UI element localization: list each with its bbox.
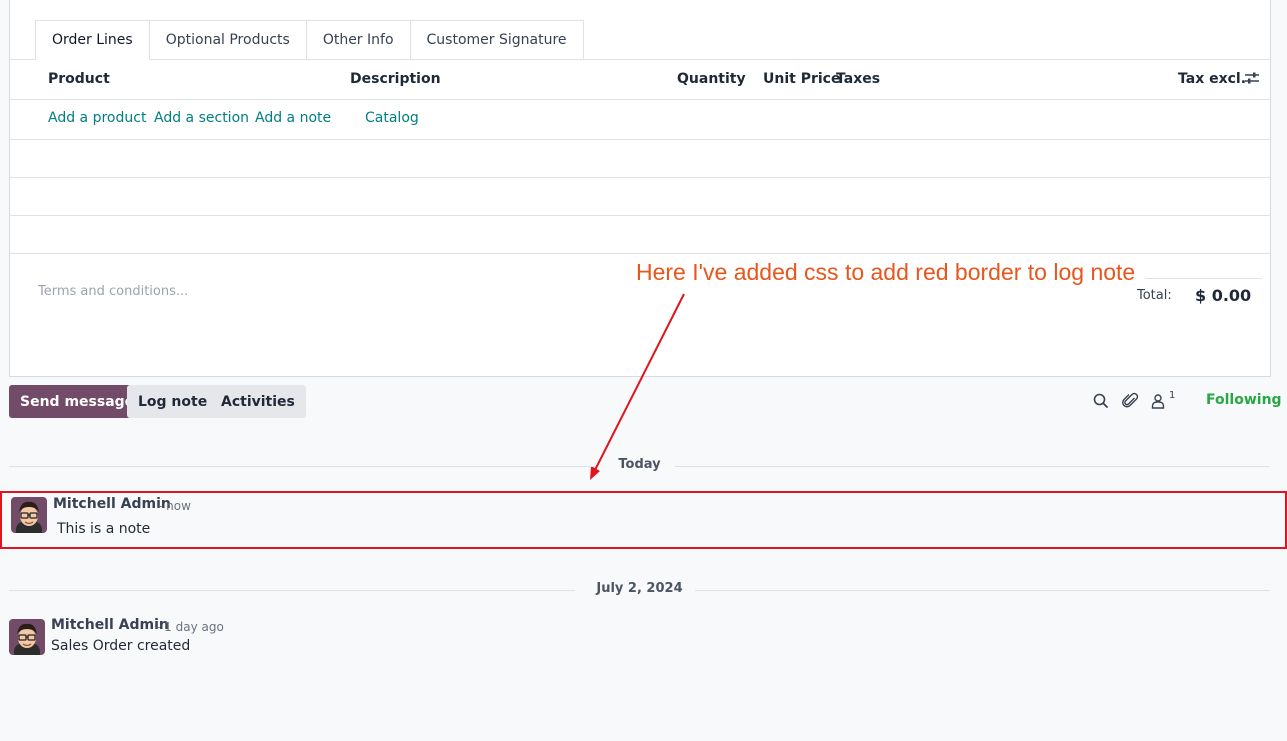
total-label: Total:	[1137, 288, 1172, 303]
tab-order-lines[interactable]: Order Lines	[35, 20, 150, 60]
empty-row	[10, 140, 1270, 178]
column-quantity[interactable]: Quantity	[677, 71, 746, 87]
log-note-button[interactable]: Log note	[127, 385, 219, 418]
column-description[interactable]: Description	[350, 71, 441, 87]
paperclip-icon[interactable]	[1122, 392, 1140, 410]
add-line-row: Add a product Add a section Add a note C…	[10, 100, 1270, 140]
empty-row	[10, 178, 1270, 216]
column-product[interactable]: Product	[48, 71, 110, 87]
following-button[interactable]: Following	[1206, 392, 1282, 408]
message-body: This is a note	[57, 521, 151, 537]
add-note-link[interactable]: Add a note	[255, 110, 331, 126]
date-separator-past: July 2, 2024	[9, 581, 1270, 599]
follower-user-icon[interactable]	[1150, 392, 1168, 410]
log-note-message: Mitchell Admin - now This is a note	[0, 491, 1287, 549]
arrow-annotation	[590, 293, 685, 480]
notebook-tabs: Order Lines Optional Products Other Info…	[35, 20, 584, 60]
total-divider	[1145, 278, 1262, 279]
avatar-icon[interactable]	[9, 619, 45, 655]
tab-customer-signature[interactable]: Customer Signature	[410, 20, 584, 60]
message-time: - now	[158, 499, 191, 513]
message-time: - 1 day ago	[156, 620, 224, 634]
message-author[interactable]: Mitchell Admin	[53, 496, 171, 512]
column-tax-excl[interactable]: Tax excl.	[1178, 71, 1246, 87]
avatar-icon[interactable]	[11, 497, 47, 533]
message-body: Sales Order created	[51, 638, 191, 654]
empty-row	[10, 216, 1270, 254]
column-unit-price[interactable]: Unit Price	[763, 71, 840, 87]
order-lines-header: Product Description Quantity Unit Price …	[10, 60, 1270, 100]
terms-and-conditions-field[interactable]: Terms and conditions...	[38, 284, 188, 299]
total-value: $ 0.00	[1195, 286, 1252, 305]
catalog-link[interactable]: Catalog	[365, 110, 419, 126]
date-separator-label: July 2, 2024	[596, 581, 683, 596]
settings-sliders-icon[interactable]	[1244, 70, 1260, 86]
date-separator-label: Today	[618, 457, 661, 472]
tab-optional-products[interactable]: Optional Products	[149, 20, 307, 60]
follower-count: 1	[1169, 390, 1176, 401]
search-icon[interactable]	[1092, 392, 1110, 410]
message-author[interactable]: Mitchell Admin	[51, 617, 169, 633]
add-section-link[interactable]: Add a section	[154, 110, 249, 126]
annotation-text: Here I've added css to add red border to…	[636, 259, 1136, 285]
tab-other-info[interactable]: Other Info	[306, 20, 411, 60]
send-message-button[interactable]: Send message	[9, 385, 146, 418]
activities-button[interactable]: Activities	[210, 385, 306, 418]
column-taxes[interactable]: Taxes	[836, 71, 880, 87]
date-separator-today: Today	[9, 457, 1270, 475]
add-product-link[interactable]: Add a product	[48, 110, 146, 126]
